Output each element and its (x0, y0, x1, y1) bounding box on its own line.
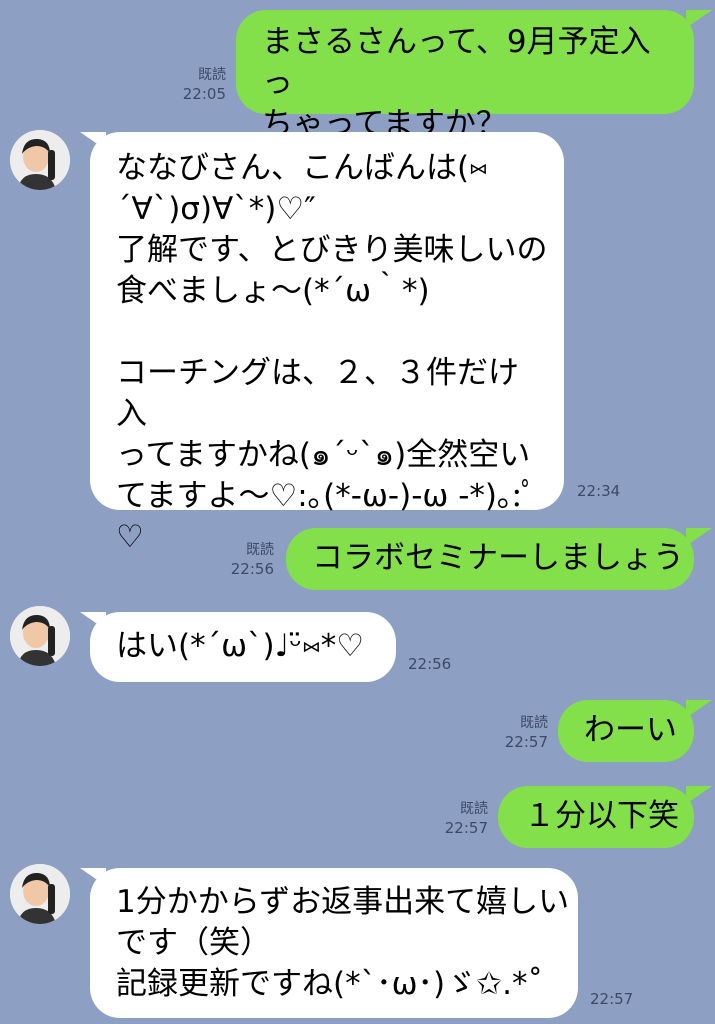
avatar-photo-icon (10, 864, 70, 924)
bubble-tail (686, 700, 712, 718)
bubble-tail (686, 528, 712, 546)
read-receipt: 既読 (460, 801, 488, 817)
message-bubble[interactable]: ななびさん、こんばんは(⑅ ´∀`)σ)∀`*)♡″ 了解です、とびきり美味しい… (90, 132, 564, 555)
chat-screen: 既読 22:05 まさるさんって、9月予定入っ ちゃってますか？ ななびさん、こ… (0, 0, 715, 1024)
avatar[interactable] (10, 864, 70, 924)
message-time: 22:57 (590, 990, 634, 1008)
message-bubble[interactable]: 1分かからずお返事出来て嬉しい です（笑） 記録更新ですね(*`･ω･)ゞ✩.*… (90, 868, 578, 1018)
message-bubble[interactable]: １分以下笑 (498, 786, 694, 848)
avatar[interactable] (10, 130, 70, 190)
message-meta: 既読 22:57 (430, 800, 488, 838)
message-meta: 既読 22:57 (490, 714, 548, 752)
message-bubble[interactable]: コラボセミナーしましょう (286, 528, 694, 590)
message-time: 22:56 (230, 560, 274, 578)
message-bubble[interactable]: まさるさんって、9月予定入っ ちゃってますか？ (236, 10, 694, 142)
message-meta: 既読 22:56 (216, 541, 274, 579)
bubble-tail (686, 10, 712, 28)
message-time: 22:34 (577, 482, 621, 500)
bubble-tail (686, 786, 712, 804)
message-time: 22:56 (408, 655, 452, 673)
message-bubble[interactable]: わーい (558, 700, 694, 762)
message-bubble[interactable]: はい(*´ω`)♩ᵕ̈⑅*♡ (90, 612, 396, 682)
avatar-photo-icon (10, 606, 70, 666)
message-meta: 既読 22:05 (168, 66, 226, 104)
avatar[interactable] (10, 606, 70, 666)
read-receipt: 既読 (198, 67, 226, 83)
read-receipt: 既読 (246, 542, 274, 558)
avatar-photo-icon (10, 130, 70, 190)
read-receipt: 既読 (520, 715, 548, 731)
message-time: 22:05 (182, 85, 226, 103)
message-time: 22:57 (444, 819, 488, 837)
message-time: 22:57 (504, 733, 548, 751)
